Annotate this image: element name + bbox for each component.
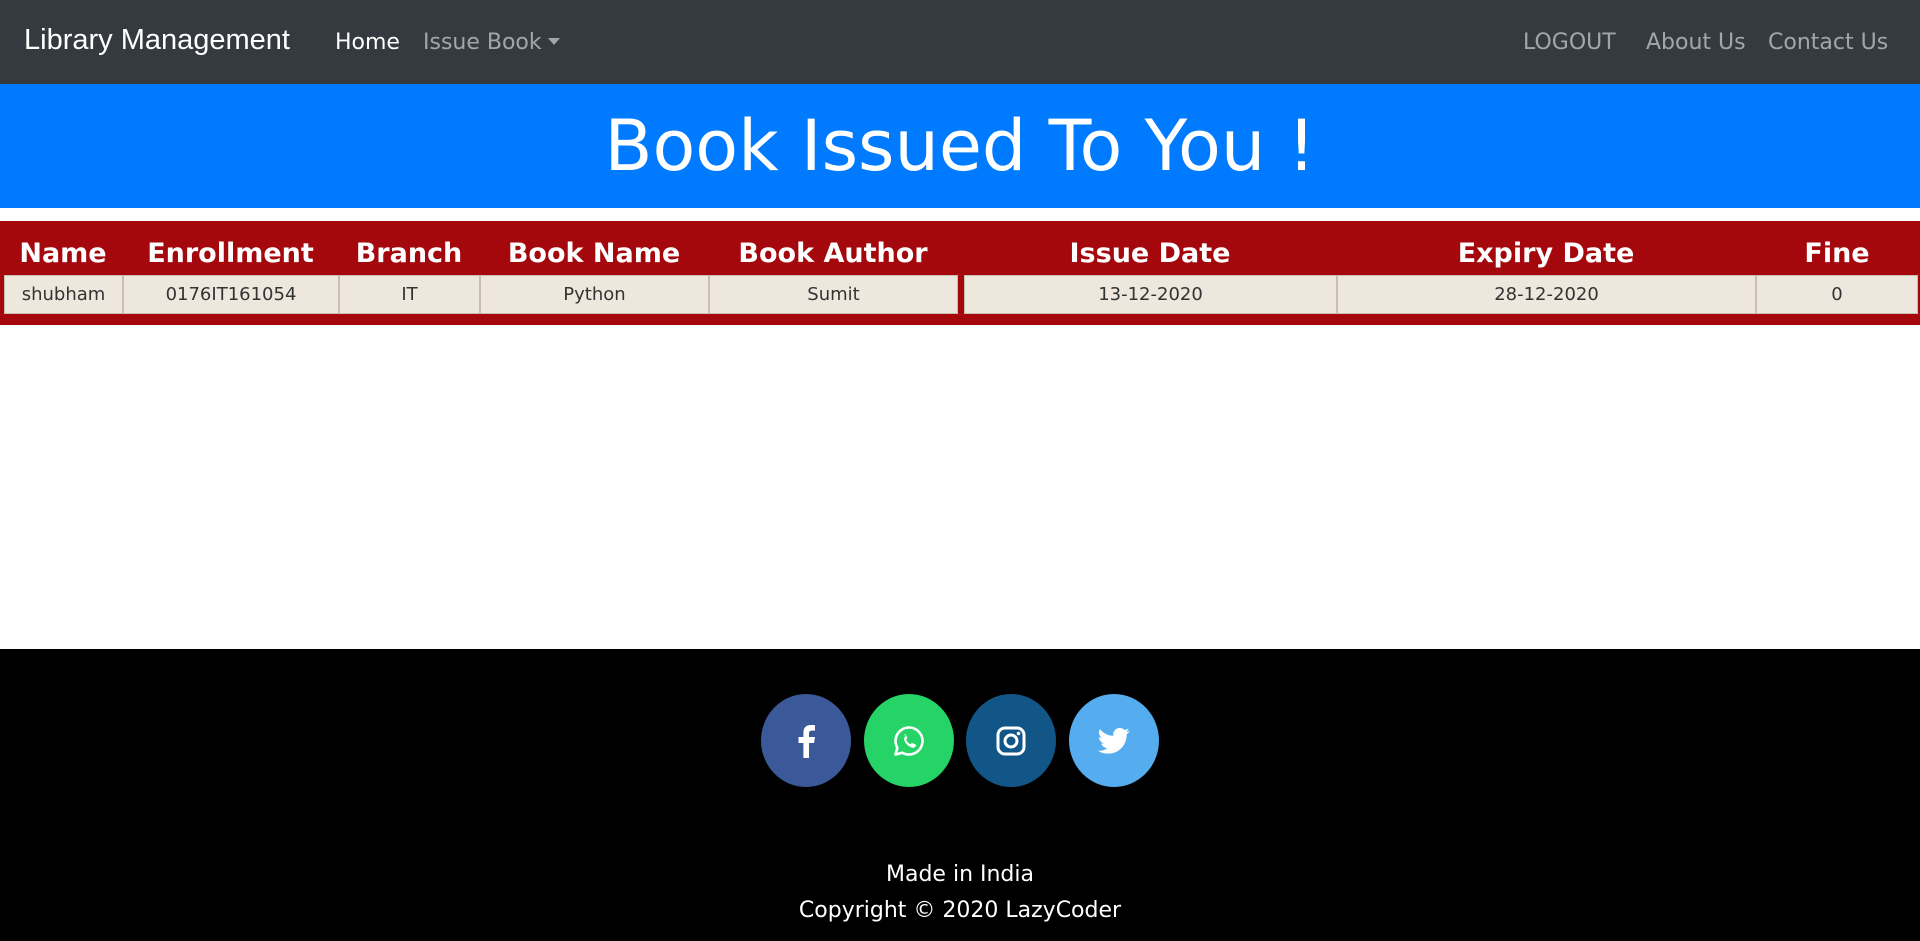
- whatsapp-button[interactable]: [864, 694, 954, 787]
- page-banner: Book Issued To You !: [0, 84, 1920, 208]
- column-header-expiry-date: Expiry Date: [1457, 237, 1635, 269]
- whatsapp-icon: [894, 725, 924, 756]
- table-cell-book-author: Sumit: [709, 275, 958, 314]
- instagram-icon: [996, 726, 1026, 755]
- column-header-book-name: Book Name: [507, 237, 681, 269]
- column-header-branch: Branch: [355, 237, 463, 269]
- column-header-name: Name: [19, 237, 107, 269]
- twitter-icon: [1098, 727, 1130, 754]
- instagram-button[interactable]: [966, 694, 1056, 787]
- twitter-button[interactable]: [1069, 694, 1159, 787]
- footer-made-in: Made in India: [886, 862, 1034, 887]
- navbar: Library Management Home Issue Book LOGOU…: [0, 0, 1920, 84]
- facebook-icon: [798, 724, 815, 758]
- table-cell-expiry-date: 28-12-2020: [1337, 275, 1756, 314]
- table-cell-enrollment: 0176IT161054: [123, 275, 339, 314]
- nav-issue-book-dropdown[interactable]: Issue Book: [423, 30, 560, 55]
- brand-link[interactable]: Library Management: [24, 24, 290, 57]
- table-cell-issue-date: 13-12-2020: [964, 275, 1337, 314]
- table-cell-book-name: Python: [480, 275, 709, 314]
- column-header-issue-date: Issue Date: [1069, 237, 1231, 269]
- footer-copyright: Copyright © 2020 LazyCoder: [798, 898, 1122, 923]
- nav-about-us[interactable]: About Us: [1646, 30, 1746, 55]
- page-title: Book Issued To You !: [604, 105, 1316, 187]
- column-header-fine: Fine: [1804, 237, 1870, 269]
- facebook-button[interactable]: [761, 694, 851, 787]
- nav-home[interactable]: Home: [335, 30, 400, 55]
- issued-books-table: Name Enrollment Branch Book Name Book Au…: [0, 221, 1920, 325]
- column-header-book-author: Book Author: [738, 237, 928, 269]
- table-cell-fine: 0: [1756, 275, 1918, 314]
- chevron-down-icon: [547, 38, 560, 45]
- column-header-enrollment: Enrollment: [147, 237, 314, 269]
- table-cell-branch: IT: [339, 275, 480, 314]
- nav-issue-book-label: Issue Book: [423, 30, 542, 55]
- footer: Made in India Copyright © 2020 LazyCoder: [0, 649, 1920, 941]
- table-cell-name: shubham: [4, 275, 123, 314]
- nav-logout[interactable]: LOGOUT: [1523, 30, 1616, 55]
- nav-contact-us[interactable]: Contact Us: [1768, 30, 1888, 55]
